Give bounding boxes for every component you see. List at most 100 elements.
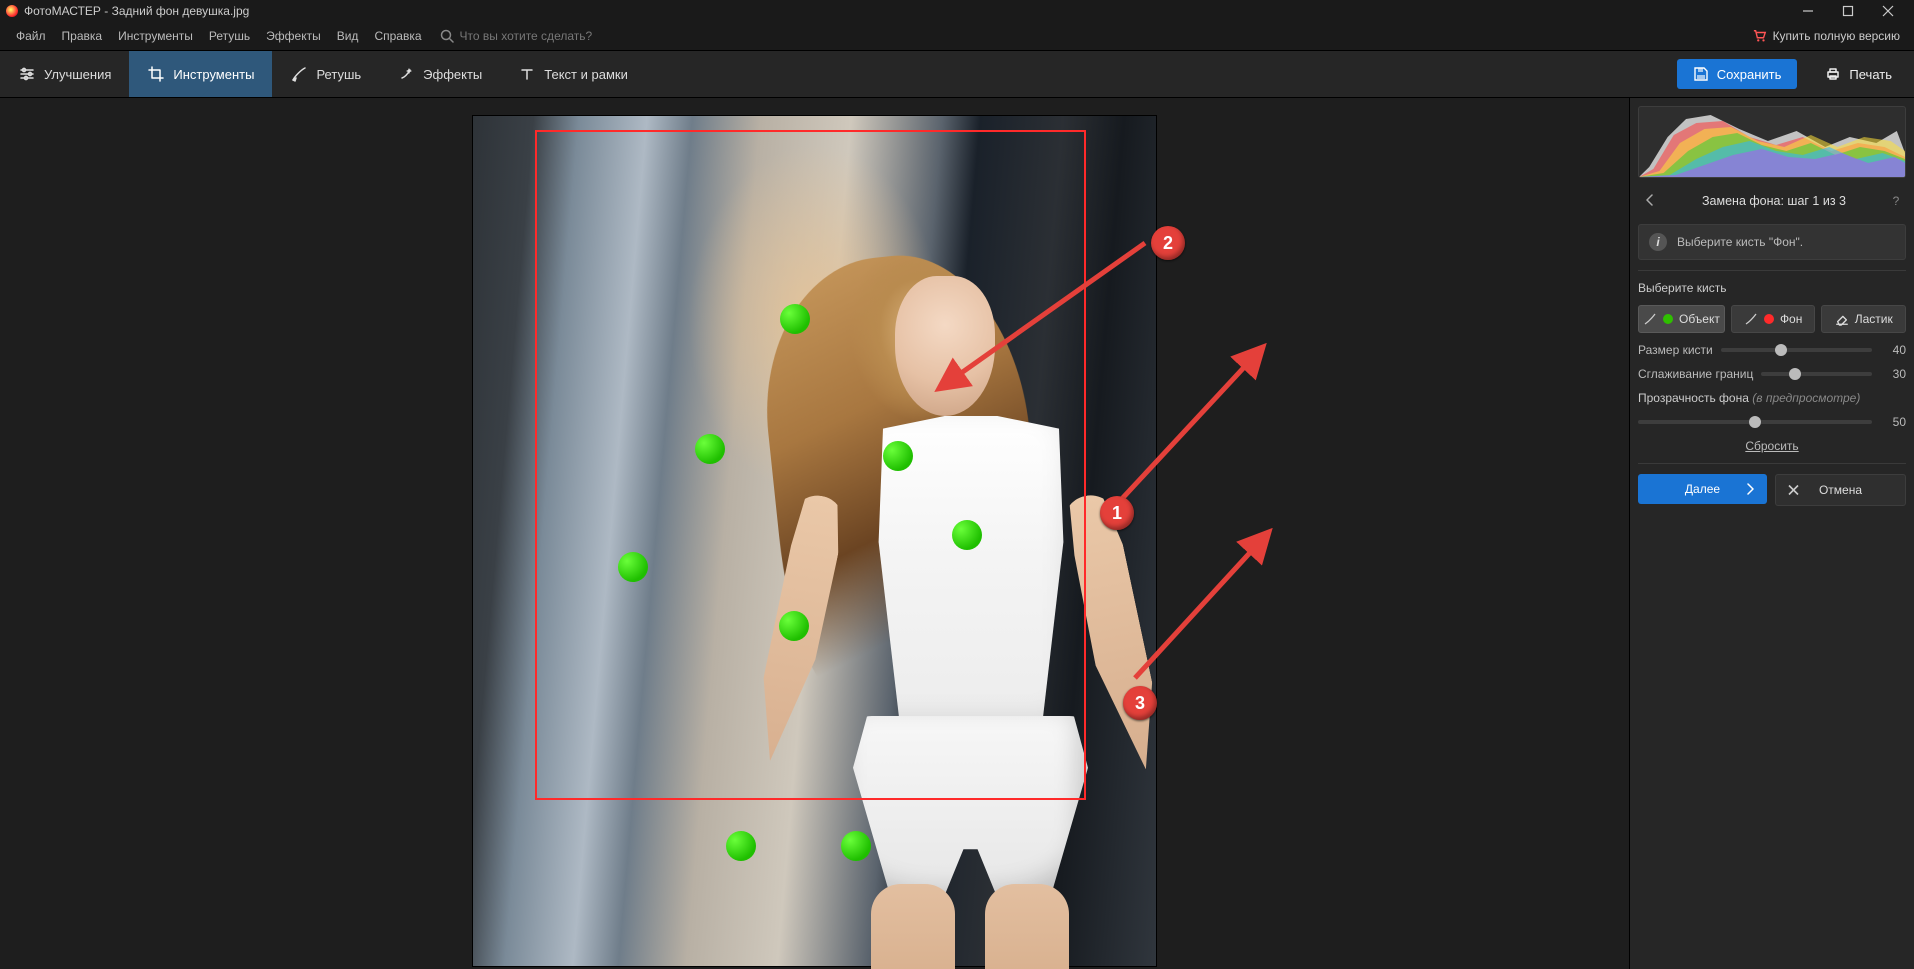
brush-icon	[290, 65, 308, 83]
brush-eraser-button[interactable]: Ластик	[1821, 305, 1906, 333]
brush-size-label: Размер кисти	[1638, 343, 1713, 357]
print-button[interactable]: Печать	[1809, 59, 1908, 89]
right-panel: Замена фона: шаг 1 из 3 ? i Выберите кис…	[1629, 98, 1914, 969]
menu-search[interactable]: Что вы хотите сделать?	[440, 29, 593, 43]
brush-object-label: Объект	[1679, 312, 1720, 326]
red-dot-icon	[1764, 314, 1774, 324]
text-icon	[518, 65, 536, 83]
cancel-label: Отмена	[1819, 483, 1862, 497]
menu-edit[interactable]: Правка	[54, 22, 111, 50]
object-marker-dot	[952, 520, 982, 550]
tab-text[interactable]: Текст и рамки	[500, 51, 646, 97]
window-minimize-button[interactable]	[1788, 0, 1828, 22]
tab-tools[interactable]: Инструменты	[129, 51, 272, 97]
close-icon	[1882, 5, 1894, 17]
buy-full-version-label: Купить полную версию	[1773, 29, 1900, 43]
panel-hint: i Выберите кисть "Фон".	[1638, 224, 1906, 260]
object-marker-dot	[883, 441, 913, 471]
tab-effects-label: Эффекты	[423, 67, 482, 82]
menu-tools[interactable]: Инструменты	[110, 22, 201, 50]
edge-smooth-slider[interactable]	[1761, 372, 1872, 376]
save-button-label: Сохранить	[1717, 67, 1782, 82]
info-icon: i	[1649, 233, 1667, 251]
titlebar: ФотоМАСТЕР - Задний фон девушка.jpg	[0, 0, 1914, 22]
next-button[interactable]: Далее	[1638, 474, 1767, 504]
edge-smooth-value: 30	[1880, 367, 1906, 381]
sparkle-icon	[397, 65, 415, 83]
object-marker-dot	[618, 552, 648, 582]
eraser-icon	[1835, 312, 1849, 326]
selection-rectangle	[535, 130, 1086, 800]
next-label: Далее	[1685, 482, 1720, 496]
menu-help[interactable]: Справка	[366, 22, 429, 50]
save-icon	[1693, 66, 1709, 82]
green-dot-icon	[1663, 314, 1673, 324]
object-marker-dot	[779, 611, 809, 641]
tab-enhance-label: Улучшения	[44, 67, 111, 82]
brush-size-slider[interactable]	[1721, 348, 1872, 352]
bg-opacity-label-row: Прозрачность фона (в предпросмотре)	[1638, 391, 1906, 405]
brush-bg-button[interactable]: Фон	[1731, 305, 1816, 333]
canvas-area[interactable]: 1 2 3	[0, 98, 1629, 969]
menu-retouch[interactable]: Ретушь	[201, 22, 258, 50]
window-close-button[interactable]	[1868, 0, 1908, 22]
tabbar: Улучшения Инструменты Ретушь Эффекты Тек…	[0, 51, 1914, 98]
panel-help-button[interactable]: ?	[1886, 194, 1906, 208]
histogram-chart	[1639, 107, 1905, 177]
tab-tools-label: Инструменты	[173, 67, 254, 82]
print-icon	[1825, 66, 1841, 82]
window-title: ФотоМАСТЕР - Задний фон девушка.jpg	[24, 4, 249, 18]
brush-size-value: 40	[1880, 343, 1906, 357]
histogram	[1638, 106, 1906, 178]
tab-retouch-label: Ретушь	[316, 67, 361, 82]
panel-hint-text: Выберите кисть "Фон".	[1677, 235, 1803, 249]
panel-title: Замена фона: шаг 1 из 3	[1662, 194, 1886, 208]
bg-opacity-label: Прозрачность фона	[1638, 391, 1749, 405]
cancel-button[interactable]: Отмена	[1775, 474, 1906, 506]
window-maximize-button[interactable]	[1828, 0, 1868, 22]
menu-search-placeholder: Что вы хотите сделать?	[460, 29, 593, 43]
bg-opacity-note: (в предпросмотре)	[1752, 391, 1860, 405]
brush-select-group: Объект Фон Ластик	[1638, 305, 1906, 333]
object-marker-dot	[780, 304, 810, 334]
app-icon	[6, 5, 18, 17]
choose-brush-label: Выберите кисть	[1638, 281, 1906, 295]
tab-effects[interactable]: Эффекты	[379, 51, 500, 97]
subject-leg-left	[871, 884, 955, 969]
buy-full-version-button[interactable]: Купить полную версию	[1753, 29, 1906, 43]
object-marker-dot	[695, 434, 725, 464]
minimize-icon	[1802, 5, 1814, 17]
maximize-icon	[1842, 5, 1854, 17]
reset-button[interactable]: Сбросить	[1638, 439, 1906, 453]
bg-opacity-slider[interactable]	[1638, 420, 1872, 424]
object-marker-dot	[841, 831, 871, 861]
save-button[interactable]: Сохранить	[1677, 59, 1798, 89]
annotation-marker-2: 2	[1151, 226, 1185, 260]
reset-label: Сбросить	[1745, 439, 1798, 453]
brush-eraser-label: Ластик	[1855, 312, 1893, 326]
search-icon	[440, 29, 454, 43]
tab-enhance[interactable]: Улучшения	[0, 51, 129, 97]
tab-retouch[interactable]: Ретушь	[272, 51, 379, 97]
brush-size-row: Размер кисти 40	[1638, 343, 1906, 357]
object-marker-dot	[726, 831, 756, 861]
chevron-right-icon	[1745, 483, 1755, 495]
cart-icon	[1753, 29, 1767, 43]
close-icon	[1788, 485, 1799, 496]
menu-file[interactable]: Файл	[8, 22, 54, 50]
bg-opacity-value: 50	[1880, 415, 1906, 429]
panel-back-button[interactable]	[1638, 193, 1662, 210]
image-canvas[interactable]	[473, 116, 1156, 966]
menu-effects[interactable]: Эффекты	[258, 22, 329, 50]
subject-leg-right	[985, 884, 1069, 969]
panel-header: Замена фона: шаг 1 из 3 ?	[1638, 188, 1906, 214]
menubar: Файл Правка Инструменты Ретушь Эффекты В…	[0, 22, 1914, 51]
menu-view[interactable]: Вид	[329, 22, 367, 50]
crop-icon	[147, 65, 165, 83]
tab-text-label: Текст и рамки	[544, 67, 628, 82]
chevron-left-icon	[1645, 194, 1655, 206]
sliders-icon	[18, 65, 36, 83]
brush-bg-label: Фон	[1780, 312, 1802, 326]
brush-bg-icon	[1744, 312, 1758, 326]
brush-object-button[interactable]: Объект	[1638, 305, 1725, 333]
